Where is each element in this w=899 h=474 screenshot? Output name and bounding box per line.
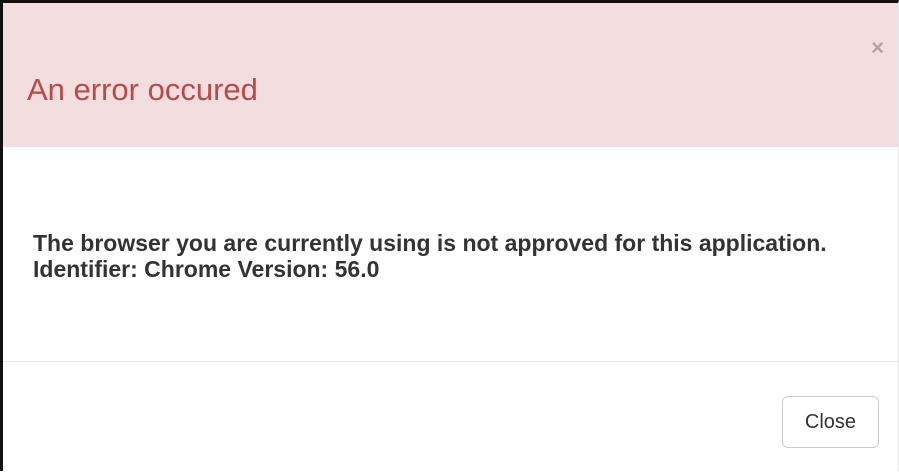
close-icon[interactable]: × — [871, 37, 884, 59]
dialog-footer: Close — [3, 362, 898, 474]
dialog-title: An error occured — [27, 72, 258, 107]
close-button[interactable]: Close — [782, 396, 879, 448]
error-dialog: An error occured × The browser you are c… — [0, 0, 899, 471]
error-message: The browser you are currently using is n… — [33, 230, 827, 282]
dialog-body: The browser you are currently using is n… — [3, 147, 898, 361]
dialog-header: An error occured × — [3, 3, 898, 147]
